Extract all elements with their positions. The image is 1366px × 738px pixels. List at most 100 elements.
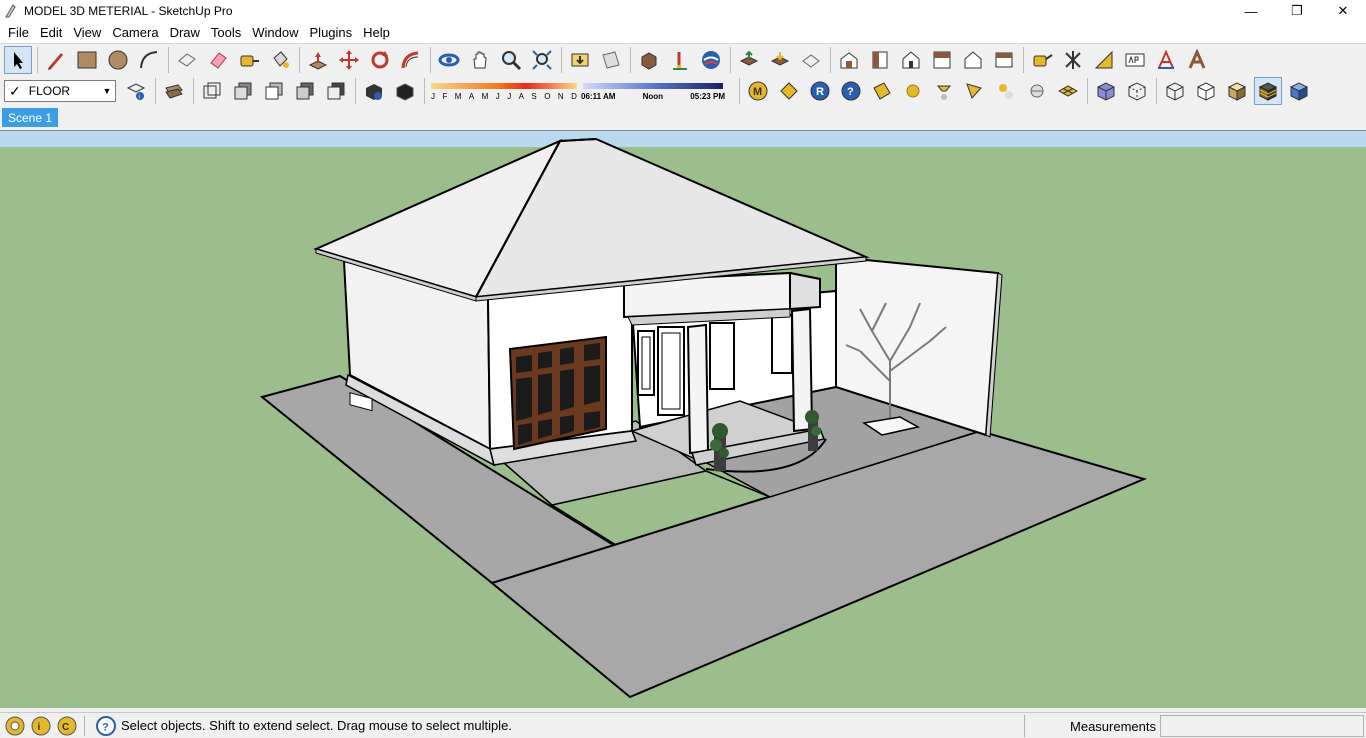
google-earth-icon bbox=[702, 50, 720, 69]
menu-plugins[interactable]: Plugins bbox=[306, 25, 360, 40]
pan-tool-button[interactable] bbox=[466, 46, 494, 74]
credits-icon[interactable]: i bbox=[30, 715, 52, 737]
month-slider[interactable] bbox=[431, 83, 577, 89]
move-tool-button[interactable] bbox=[335, 46, 363, 74]
iso-view-button[interactable] bbox=[835, 46, 863, 74]
top-view-button[interactable] bbox=[990, 46, 1018, 74]
toolbar-separator bbox=[193, 78, 194, 104]
protractor-tool-button[interactable] bbox=[1090, 46, 1118, 74]
textured-style-button[interactable] bbox=[291, 77, 319, 105]
xray-style-button[interactable] bbox=[1092, 77, 1120, 105]
model-viewport[interactable] bbox=[0, 130, 1366, 708]
title-bar: MODEL 3D METERIAL - SketchUp Pro — ❐ ✕ bbox=[0, 0, 1366, 22]
toolbar-separator bbox=[1156, 78, 1157, 104]
time-slider[interactable] bbox=[583, 83, 723, 89]
restore-icon[interactable]: ❐ bbox=[1274, 0, 1320, 22]
help-button[interactable]: ? bbox=[837, 77, 865, 105]
front-view-button[interactable] bbox=[866, 46, 894, 74]
left-view-button[interactable] bbox=[959, 46, 987, 74]
wireframe-box-button[interactable] bbox=[1161, 77, 1189, 105]
group-button[interactable] bbox=[160, 77, 188, 105]
back-view-button[interactable] bbox=[928, 46, 956, 74]
layer-manager-button[interactable]: i bbox=[122, 77, 150, 105]
zoom-tool-button[interactable] bbox=[497, 46, 525, 74]
model-info-button[interactable] bbox=[360, 77, 388, 105]
dimension-tool-button[interactable] bbox=[1028, 46, 1056, 74]
label-tool-button[interactable] bbox=[1183, 46, 1211, 74]
user-icon[interactable]: C bbox=[56, 715, 78, 737]
spot-light-icon bbox=[966, 83, 982, 99]
preview-button[interactable] bbox=[797, 46, 825, 74]
menu-window[interactable]: Window bbox=[248, 25, 305, 40]
textured-box-button[interactable] bbox=[1254, 77, 1282, 105]
rotate-tool-button[interactable] bbox=[366, 46, 394, 74]
hidden-box-button[interactable] bbox=[1192, 77, 1220, 105]
right-view-button[interactable] bbox=[897, 46, 925, 74]
hidden-line-style-button[interactable] bbox=[229, 77, 257, 105]
sandbox-button[interactable] bbox=[1054, 77, 1082, 105]
wireframe-style-button[interactable] bbox=[198, 77, 226, 105]
r-plugin-button[interactable]: R bbox=[806, 77, 834, 105]
lamp-button[interactable] bbox=[930, 77, 958, 105]
minimize-icon[interactable]: — bbox=[1228, 0, 1274, 22]
tab-scene-1[interactable]: Scene 1 bbox=[2, 108, 59, 127]
text-tool-button[interactable] bbox=[666, 46, 694, 74]
paint-bucket-button[interactable] bbox=[266, 46, 294, 74]
menu-view[interactable]: View bbox=[69, 25, 108, 40]
label-plugin-button[interactable] bbox=[868, 77, 896, 105]
get-models-button[interactable] bbox=[566, 46, 594, 74]
sun-button[interactable] bbox=[1023, 77, 1051, 105]
zoom-extents-button[interactable] bbox=[528, 46, 556, 74]
menu-help[interactable]: Help bbox=[359, 25, 397, 40]
menu-draw[interactable]: Draw bbox=[166, 25, 207, 40]
section-tool-button[interactable] bbox=[1152, 46, 1180, 74]
make-component-button[interactable] bbox=[173, 46, 201, 74]
menu-file[interactable]: File bbox=[4, 25, 36, 40]
menu-edit[interactable]: Edit bbox=[36, 25, 69, 40]
svg-text:M: M bbox=[753, 86, 762, 98]
shaded-style-button[interactable] bbox=[260, 77, 288, 105]
close-icon[interactable]: ✕ bbox=[1320, 0, 1366, 22]
share-model-button[interactable] bbox=[597, 46, 625, 74]
push-pull-button[interactable] bbox=[304, 46, 332, 74]
toolbar-separator bbox=[430, 46, 431, 73]
google-earth-button[interactable] bbox=[697, 46, 725, 74]
measurements-input[interactable] bbox=[1160, 715, 1364, 737]
menu-tools[interactable]: Tools bbox=[207, 25, 248, 40]
3d-text-tool-button[interactable] bbox=[1121, 46, 1149, 74]
download-button[interactable] bbox=[766, 46, 794, 74]
rectangle-tool-button[interactable] bbox=[73, 46, 101, 74]
menu-camera[interactable]: Camera bbox=[108, 25, 165, 40]
tag-plugin-button[interactable] bbox=[775, 77, 803, 105]
sketchup-logo-icon bbox=[5, 4, 18, 18]
monochrome-style-button[interactable] bbox=[322, 77, 350, 105]
spot-light-button[interactable] bbox=[961, 77, 989, 105]
upload-button[interactable] bbox=[735, 46, 763, 74]
select-tool-button[interactable] bbox=[4, 45, 32, 74]
eraser-tool-button[interactable] bbox=[204, 46, 232, 74]
follow-me-button[interactable] bbox=[397, 46, 425, 74]
shadow-settings-widget[interactable]: J F M A M J J A S O N D 06:11 AM Noon 05… bbox=[429, 77, 729, 105]
3d-warehouse-button[interactable] bbox=[635, 46, 663, 74]
sketchup-window: MODEL 3D METERIAL - SketchUp Pro — ❐ ✕ F… bbox=[0, 0, 1366, 738]
sphere-icon bbox=[906, 84, 920, 98]
front-view-icon bbox=[872, 51, 888, 68]
omni-light-button[interactable] bbox=[992, 77, 1020, 105]
orbit-tool-button[interactable] bbox=[435, 46, 463, 74]
mono-box-button[interactable] bbox=[1285, 77, 1313, 105]
back-edges-button[interactable] bbox=[1123, 77, 1151, 105]
axes-tool-button[interactable] bbox=[1059, 46, 1087, 74]
circle-tool-button[interactable] bbox=[104, 46, 132, 74]
geo-location-icon[interactable] bbox=[4, 715, 26, 737]
tape-measure-button[interactable] bbox=[235, 46, 263, 74]
shaded-box-button[interactable] bbox=[1223, 77, 1251, 105]
month-label: S bbox=[531, 92, 537, 101]
pencil-tool-button[interactable] bbox=[42, 46, 70, 74]
m-plugin-button[interactable]: M bbox=[744, 77, 772, 105]
month-labels: J F M A M J J A S O N D bbox=[431, 92, 577, 101]
arc-tool-button[interactable] bbox=[135, 46, 163, 74]
sphere-button[interactable] bbox=[899, 77, 927, 105]
components-button[interactable] bbox=[391, 77, 419, 105]
layer-dropdown[interactable]: ✓ FLOOR ▼ bbox=[4, 80, 116, 102]
help-circle-icon[interactable]: ? bbox=[95, 715, 117, 737]
